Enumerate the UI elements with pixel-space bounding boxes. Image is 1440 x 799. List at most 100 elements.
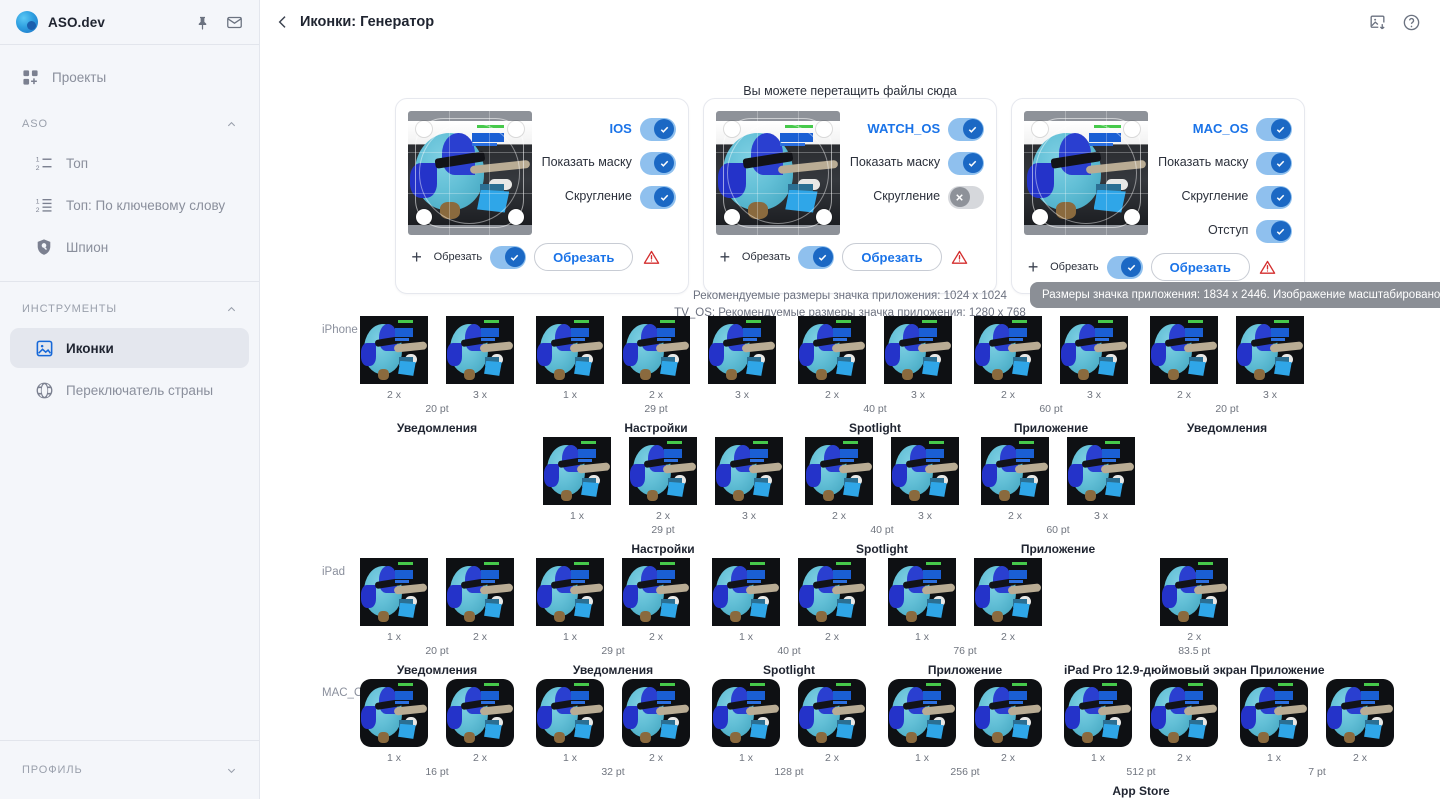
image-download-icon[interactable] — [1364, 9, 1390, 35]
option-toggle[interactable] — [640, 152, 676, 175]
plus-icon[interactable]: + — [716, 248, 734, 266]
platform-enable-toggle[interactable] — [1256, 118, 1292, 141]
sidebar-item-country-switcher[interactable]: Переключатель страны — [10, 370, 249, 410]
plus-icon[interactable]: + — [408, 248, 426, 266]
crop-handle-top-right[interactable] — [508, 121, 524, 137]
row-label: iPhone — [322, 324, 358, 336]
warning-triangle-icon[interactable] — [950, 247, 970, 267]
option-toggle[interactable] — [640, 186, 676, 209]
icon-scale-label: 1 x — [915, 752, 929, 764]
crop-handle-top-right[interactable] — [1124, 121, 1140, 137]
icon-thumbnail[interactable] — [1160, 558, 1228, 626]
crop-handle-top-left[interactable] — [724, 121, 740, 137]
icon-thumbnail[interactable] — [805, 437, 873, 505]
crop-handle-top-right[interactable] — [816, 121, 832, 137]
icon-thumbnail[interactable] — [1326, 679, 1394, 747]
plus-icon[interactable]: + — [1024, 258, 1042, 276]
icon-thumbnail[interactable] — [974, 316, 1042, 384]
icon-thumbnail[interactable] — [360, 558, 428, 626]
icon-thumbnail[interactable] — [360, 679, 428, 747]
crop-handle-top-left[interactable] — [1032, 121, 1048, 137]
crop-handle-bottom-right[interactable] — [1124, 209, 1140, 225]
sidebar-item-icons[interactable]: Иконки — [10, 328, 249, 368]
sidebar-group-tools[interactable]: ИНСТРУМЕНТЫ — [10, 292, 249, 326]
platform-enable-toggle[interactable] — [640, 118, 676, 141]
icon-thumbnail[interactable] — [981, 437, 1049, 505]
icon-thumbnail[interactable] — [536, 679, 604, 747]
icon-thumbnail[interactable] — [798, 316, 866, 384]
icon-thumbnail[interactable] — [446, 558, 514, 626]
option-toggle[interactable] — [948, 152, 984, 175]
sidebar-item-top-by-keyword[interactable]: 12 Топ: По ключевому слову — [10, 185, 249, 225]
icon-thumbnail[interactable] — [543, 437, 611, 505]
card-footer: +ОбрезатьОбрезать — [1024, 253, 1292, 281]
icon-thumbnail[interactable] — [891, 437, 959, 505]
option-toggle[interactable] — [1256, 152, 1292, 175]
crop-handle-top-left[interactable] — [416, 121, 432, 137]
icon-thumbnail[interactable] — [1240, 679, 1308, 747]
option-toggle[interactable] — [1256, 186, 1292, 209]
icon-thumbnail[interactable] — [622, 316, 690, 384]
warning-triangle-icon[interactable] — [1258, 257, 1278, 277]
image-preview[interactable] — [408, 111, 532, 235]
platform-enable-toggle[interactable] — [948, 118, 984, 141]
sidebar-group-profile[interactable]: ПРОФИЛЬ — [10, 753, 249, 787]
sidebar-item-spy[interactable]: Шпион — [10, 227, 249, 267]
sidebar-group-aso[interactable]: ASO — [10, 107, 249, 141]
icon-thumbnail[interactable] — [1150, 679, 1218, 747]
crop-handle-bottom-left[interactable] — [724, 209, 740, 225]
platform-toggle-row: IOS — [542, 115, 676, 143]
icon-thumbnail[interactable] — [974, 679, 1042, 747]
pin-icon[interactable] — [191, 11, 213, 33]
icon-group-pt: 60 pt — [1039, 403, 1062, 415]
chevron-left-icon[interactable] — [270, 9, 296, 35]
crop-handle-bottom-right[interactable] — [816, 209, 832, 225]
icon-thumbnail[interactable] — [1236, 316, 1304, 384]
icon-cell: 3 x — [1067, 437, 1135, 522]
icon-thumbnail[interactable] — [622, 558, 690, 626]
icon-thumbnail[interactable] — [798, 679, 866, 747]
icon-thumbnail[interactable] — [708, 316, 776, 384]
icon-thumbnail[interactable] — [884, 316, 952, 384]
icon-thumbnail[interactable] — [536, 316, 604, 384]
icon-thumbnail[interactable] — [888, 558, 956, 626]
icon-thumbnail[interactable] — [1150, 316, 1218, 384]
icon-thumbnail[interactable] — [974, 558, 1042, 626]
help-circle-icon[interactable] — [1398, 9, 1424, 35]
icon-thumbnail[interactable] — [1064, 679, 1132, 747]
sidebar-item-top[interactable]: 12 Топ — [10, 143, 249, 183]
icon-thumbnail[interactable] — [536, 558, 604, 626]
icon-thumbnail[interactable] — [622, 679, 690, 747]
icon-thumbnail[interactable] — [712, 679, 780, 747]
icon-thumbnail[interactable] — [360, 316, 428, 384]
crop-button[interactable]: Обрезать — [534, 243, 633, 271]
icon-thumbnail[interactable] — [888, 679, 956, 747]
crop-handle-bottom-left[interactable] — [1032, 209, 1048, 225]
image-preview[interactable] — [716, 111, 840, 235]
crop-toggle[interactable] — [490, 246, 526, 269]
icon-thumbnail[interactable] — [715, 437, 783, 505]
crop-button[interactable]: Обрезать — [842, 243, 941, 271]
crop-toggle[interactable] — [798, 246, 834, 269]
mail-icon[interactable] — [223, 11, 245, 33]
sidebar-item-projects[interactable]: Проекты — [10, 57, 249, 97]
icon-thumbnail[interactable] — [1060, 316, 1128, 384]
sidebar-group-label: ИНСТРУМЕНТЫ — [22, 303, 225, 315]
icon-thumbnail[interactable] — [629, 437, 697, 505]
icon-thumbnail[interactable] — [1067, 437, 1135, 505]
option-toggle[interactable] — [948, 186, 984, 209]
warning-triangle-icon[interactable] — [641, 247, 661, 267]
icon-thumbnail[interactable] — [712, 558, 780, 626]
image-preview[interactable] — [1024, 111, 1148, 235]
crop-handle-bottom-right[interactable] — [508, 209, 524, 225]
crop-toggle[interactable] — [1107, 256, 1143, 279]
icon-thumbnail[interactable] — [798, 558, 866, 626]
sidebar: ASO.dev Проекты ASO — [0, 0, 260, 799]
option-toggle[interactable] — [1256, 220, 1292, 243]
crop-handle-bottom-left[interactable] — [416, 209, 432, 225]
option-label: Скругление — [1181, 189, 1248, 205]
icon-thumbnail[interactable] — [446, 316, 514, 384]
icon-thumbnail[interactable] — [446, 679, 514, 747]
crop-button[interactable]: Обрезать — [1151, 253, 1250, 281]
icon-group-name: Приложение — [1021, 542, 1095, 556]
